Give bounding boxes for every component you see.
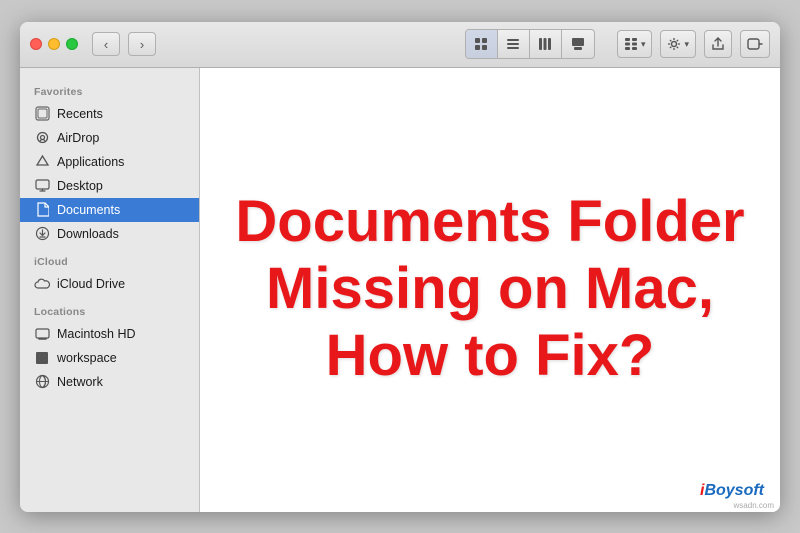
- icloud-header: iCloud: [20, 246, 199, 272]
- documents-icon: [34, 202, 50, 218]
- sidebar-item-airdrop[interactable]: AirDrop: [20, 126, 199, 150]
- macintosh-hd-icon: [34, 326, 50, 342]
- airdrop-icon: [34, 130, 50, 146]
- desktop-icon: [34, 178, 50, 194]
- sidebar-item-desktop[interactable]: Desktop: [20, 174, 199, 198]
- share-icon: [711, 37, 725, 51]
- sidebar-item-applications[interactable]: Applications: [20, 150, 199, 174]
- group-button[interactable]: ▾: [617, 30, 653, 58]
- icloud-icon: [34, 276, 50, 292]
- file-area: Documents Folder Missing on Mac, How to …: [200, 68, 780, 512]
- list-icon: [506, 37, 520, 51]
- recents-icon: [34, 106, 50, 122]
- downloads-icon: [34, 226, 50, 242]
- airdrop-label: AirDrop: [57, 131, 99, 145]
- sidebar-item-icloud-drive[interactable]: iCloud Drive: [20, 272, 199, 296]
- group-arrow-icon: ▾: [641, 39, 646, 50]
- forward-icon: ›: [140, 37, 144, 52]
- applications-icon: [34, 154, 50, 170]
- forward-button[interactable]: ›: [128, 32, 156, 56]
- view-grid-button[interactable]: [466, 30, 498, 58]
- sidebar-item-recents[interactable]: Recents: [20, 102, 199, 126]
- desktop-label: Desktop: [57, 179, 103, 193]
- action-arrow-icon: ▾: [684, 39, 689, 50]
- view-columns-button[interactable]: [530, 30, 562, 58]
- locations-header: Locations: [20, 296, 199, 322]
- icloud-drive-label: iCloud Drive: [57, 277, 125, 291]
- back-icon: ‹: [104, 37, 108, 52]
- overlay-container: Documents Folder Missing on Mac, How to …: [200, 68, 780, 512]
- sidebar-item-downloads[interactable]: Downloads: [20, 222, 199, 246]
- titlebar: ‹ ›: [20, 22, 780, 68]
- view-list-button[interactable]: [498, 30, 530, 58]
- view-cover-button[interactable]: [562, 30, 594, 58]
- traffic-lights: [30, 38, 78, 50]
- tag-button[interactable]: [740, 30, 770, 58]
- sidebar-item-documents[interactable]: Documents: [20, 198, 199, 222]
- cover-icon: [571, 37, 585, 51]
- sidebar-item-workspace[interactable]: workspace: [20, 346, 199, 370]
- sidebar-item-network[interactable]: Network: [20, 370, 199, 394]
- close-button[interactable]: [30, 38, 42, 50]
- recents-label: Recents: [57, 107, 103, 121]
- network-label: Network: [57, 375, 103, 389]
- sidebar-item-macintosh-hd[interactable]: Macintosh HD: [20, 322, 199, 346]
- macintosh-hd-label: Macintosh HD: [57, 327, 136, 341]
- action-button[interactable]: ▾: [660, 30, 696, 58]
- back-button[interactable]: ‹: [92, 32, 120, 56]
- favorites-header: Favorites: [20, 76, 199, 102]
- group-icon: [624, 37, 638, 51]
- workspace-label: workspace: [57, 351, 117, 365]
- gear-icon: [667, 37, 681, 51]
- overlay-headline: Documents Folder Missing on Mac, How to …: [200, 189, 780, 389]
- minimize-button[interactable]: [48, 38, 60, 50]
- tag-icon: [747, 37, 763, 51]
- workspace-icon: [34, 350, 50, 366]
- main-content: Favorites Recents AirDrop Applications: [20, 68, 780, 512]
- finder-window: ‹ ›: [20, 22, 780, 512]
- view-buttons: [465, 29, 595, 59]
- applications-label: Applications: [57, 155, 124, 169]
- maximize-button[interactable]: [66, 38, 78, 50]
- columns-icon: [538, 37, 552, 51]
- grid-icon: [474, 37, 488, 51]
- network-icon: [34, 374, 50, 390]
- downloads-label: Downloads: [57, 227, 119, 241]
- share-button[interactable]: [704, 30, 732, 58]
- sidebar: Favorites Recents AirDrop Applications: [20, 68, 200, 512]
- documents-label: Documents: [57, 203, 120, 217]
